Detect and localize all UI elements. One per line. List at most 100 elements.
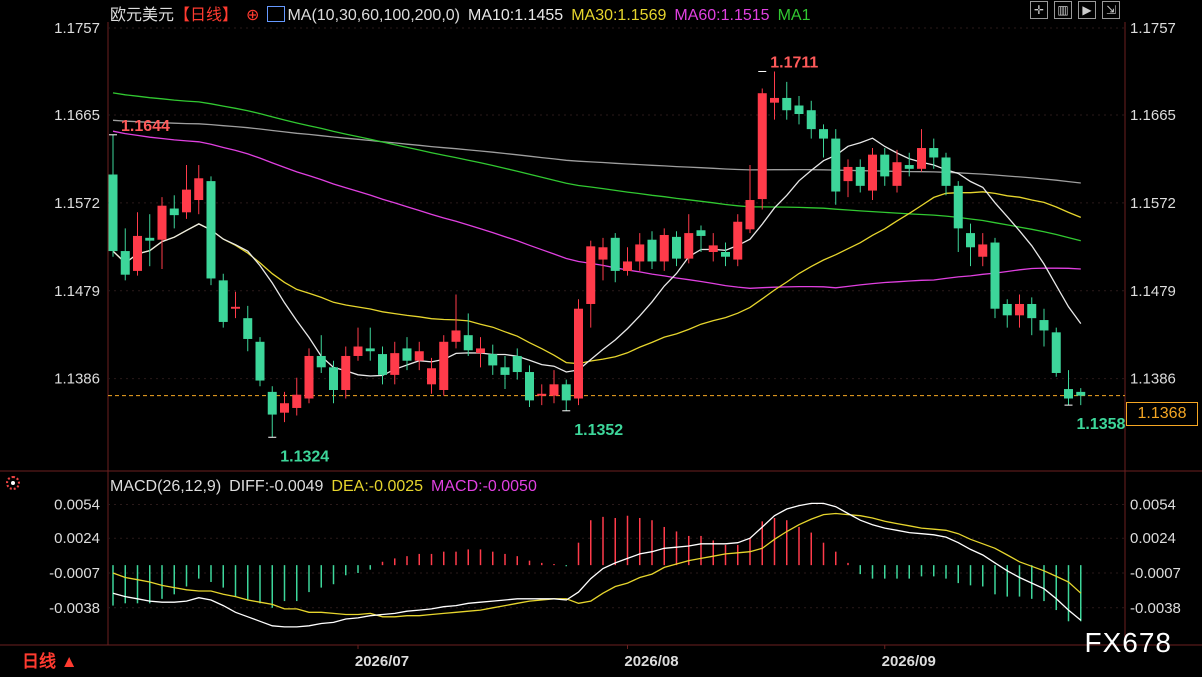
candle-body [292,394,302,408]
candle-body [880,154,890,177]
candle-body [770,97,779,103]
ma10-line [112,137,1082,377]
candle-body [157,205,167,240]
candle-body [561,384,571,401]
candle-body [476,348,485,354]
candle-body [708,245,718,253]
macd-tick-left: -0.0007 [49,565,100,582]
price-tick-right: 1.1479 [1130,283,1176,300]
chart-canvas[interactable]: 1.1757 1.1757 1.1665 1.1665 1.1572 1.1572 1.14… [0,0,1202,677]
candle-body [427,368,436,385]
ma-icon[interactable] [267,6,286,22]
candle-body [757,93,767,200]
date-tick-label: 2026/07 [355,653,409,670]
price-tick-right: 1.1386 [1130,371,1176,388]
candle-body [390,353,400,375]
candle-body [1039,320,1049,331]
date-tick-label: 2026/08 [624,653,678,670]
candle-body [990,242,1000,309]
extreme-label: 1.1711 [770,54,818,71]
candle-body [1051,332,1061,373]
settings-icon[interactable] [6,476,20,490]
macd-tick-right: 0.0024 [1130,530,1176,547]
candle-body [1002,303,1012,316]
candle-body [243,318,253,339]
candle-body [868,154,877,191]
macd-params[interactable]: MACD(26,12,9) [110,478,221,495]
candle-body [169,208,179,216]
extreme-label: 1.1358 [1077,416,1126,433]
expand-icon[interactable]: ⇲ [1102,1,1120,19]
diff-line [112,502,1082,628]
ma10-value: MA10:1.1455 [468,7,564,24]
candle-body [1015,303,1024,316]
candle-body [966,233,975,248]
price-tick-left: 1.1665 [54,107,100,124]
toolbar: ✛ ▥ ▶ ⇲ [1030,1,1120,19]
candle-body [623,261,632,271]
symbol-name[interactable]: 欧元美元 [110,7,174,24]
current-price-tag: 1.1368 [1126,402,1198,426]
candle-body [439,341,449,390]
candle-body [488,354,498,366]
add-indicator-icon[interactable]: ⊕ [246,7,259,24]
macd-tick-left: -0.0038 [49,600,100,617]
candle-body [133,235,142,271]
candle-body [120,251,130,275]
candle-body [892,162,902,186]
candle-body [586,246,596,304]
candle-body [500,367,510,375]
candle-body [929,148,939,158]
macd-tick-right: 0.0054 [1130,497,1176,514]
layout-icon[interactable]: ▥ [1054,1,1072,19]
candle-body [953,185,963,229]
price-header: 欧元美元【日线】 ⊕ MA(10,30,60,100,200,0) MA10:1.14… [110,1,818,25]
candle-body [574,308,583,399]
candle-body [635,244,645,262]
candle-body [819,129,828,139]
ma60-value: MA60:1.1515 [674,7,770,24]
candle-body [182,189,191,213]
candle-body [610,237,620,271]
period-label[interactable]: 【日线】 [174,7,238,24]
price-tick-left: 1.1386 [54,371,100,388]
candle-body [733,221,743,260]
candle-body [341,355,351,390]
candle-body [659,234,669,262]
replay-icon[interactable]: ▶ [1078,1,1096,19]
candle-body [218,280,228,322]
candle-body [745,200,755,230]
macd-tick-left: 0.0054 [54,497,100,514]
dea-value: DEA:-0.0025 [331,478,424,495]
candle-body [917,148,926,169]
macd-value: MACD:-0.0050 [431,478,537,495]
candle-body [1064,389,1073,399]
macd-tick-left: 0.0024 [54,530,100,547]
candle-body [463,335,473,351]
candle-body [696,230,706,236]
candle-body [206,181,216,279]
candle-body [255,341,265,381]
extreme-label: 1.1352 [574,422,623,439]
period-switch-button[interactable]: 日线 ▲ [22,647,78,672]
candle-body [329,367,338,390]
diff-value: DIFF:-0.0049 [229,478,324,495]
candle-body [941,157,951,186]
candle-body [414,351,424,361]
candle-body [843,166,853,182]
ma30-line [112,191,1082,365]
crosshair-icon[interactable]: ✛ [1030,1,1048,19]
macd-tick-right: -0.0007 [1130,565,1181,582]
candle-body [145,237,155,241]
candle-body [304,355,314,399]
candle-body [647,239,657,262]
extreme-label: 1.1324 [280,448,329,465]
brand-logo: FX678 [1084,627,1172,658]
extreme-label: 1.1644 [121,118,170,135]
price-tick-left: 1.1479 [54,283,100,300]
candle-body [316,355,326,368]
ma100-value: MA1 [777,7,811,24]
candle-body [1076,391,1086,396]
candle-body [537,393,547,396]
candle-body [378,354,387,375]
